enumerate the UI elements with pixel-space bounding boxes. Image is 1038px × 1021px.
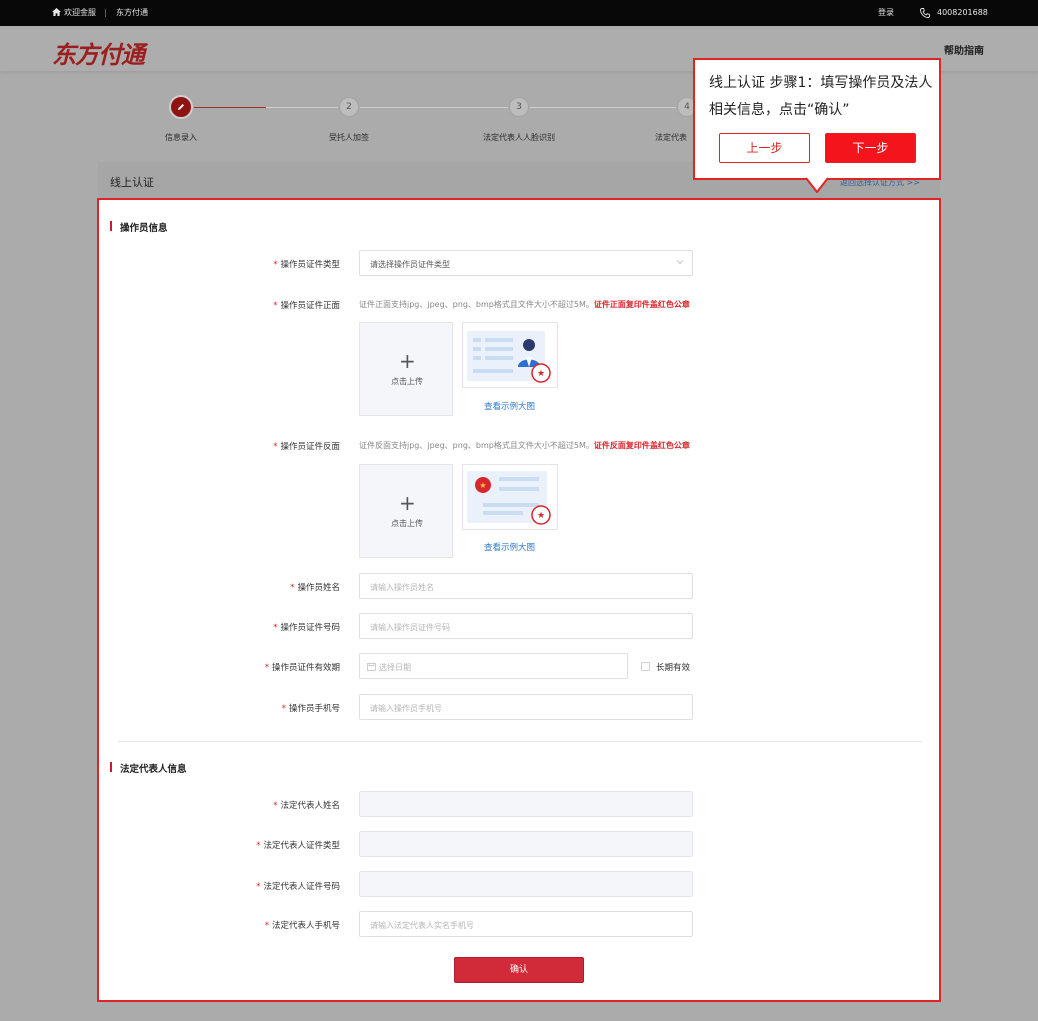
next-step-button[interactable]: 下一步	[825, 133, 916, 163]
step-connector	[266, 107, 338, 108]
operator-id-back-hint: 证件反面支持jpg、jpeg、png、bmp格式且文件大小不超过5M。证件反面复…	[359, 441, 690, 450]
login-link[interactable]: 登录	[878, 8, 894, 18]
phone-icon	[920, 8, 930, 21]
section-title: 线上认证	[110, 176, 154, 189]
operator-id-front-hint: 证件正面支持jpg、jpeg、png、bmp格式且文件大小不超过5M。证件正面复…	[359, 300, 690, 309]
upload-label: 点击上传	[391, 519, 423, 528]
operator-id-type-label: * 操作员证件类型	[273, 260, 340, 270]
long-term-checkbox[interactable]	[641, 662, 650, 671]
operator-id-type-value: 请选择操作员证件类型	[370, 260, 450, 269]
operator-id-back-label: * 操作员证件反面	[273, 442, 340, 452]
operator-name-label: * 操作员姓名	[290, 583, 340, 593]
operator-phone-input[interactable]: 请输入操作员手机号	[359, 694, 693, 720]
home-icon[interactable]	[52, 8, 61, 19]
placeholder: 选择日期	[379, 663, 411, 672]
operator-id-back-upload[interactable]: + 点击上传	[359, 464, 453, 558]
step-3-circle: 3	[509, 97, 529, 117]
step-2-circle: 2	[339, 97, 359, 117]
guide-tooltip: 线上认证 步骤1：填写操作员及法人相关信息，点击“确认” 上一步 下一步	[693, 58, 941, 180]
placeholder: 请输入法定代表人实名手机号	[370, 921, 474, 930]
legal-name-label: * 法定代表人姓名	[273, 801, 340, 811]
operator-id-type-select[interactable]: 请选择操作员证件类型	[359, 250, 693, 276]
operator-validity-label: * 操作员证件有效期	[264, 663, 340, 673]
step-1-edit-icon	[169, 95, 193, 119]
placeholder: 请输入操作员手机号	[370, 704, 442, 713]
legal-phone-label: * 法定代表人手机号	[264, 921, 340, 931]
svg-text:★: ★	[479, 481, 486, 490]
operator-id-number-input[interactable]: 请输入操作员证件号码	[359, 613, 693, 639]
svg-text:★: ★	[537, 511, 545, 521]
operator-phone-label: * 操作员手机号	[281, 704, 340, 714]
legal-id-type-label: * 法定代表人证件类型	[256, 841, 340, 851]
operator-id-front-upload[interactable]: + 点击上传	[359, 322, 453, 416]
operator-id-front-label: * 操作员证件正面	[273, 301, 340, 311]
step-3-label: 法定代表人人脸识别	[483, 133, 555, 142]
step-connector	[530, 107, 676, 108]
operator-name-input[interactable]: 请输入操作员姓名	[359, 573, 693, 599]
topbar-separator: |	[104, 8, 107, 17]
id-back-view-sample-link[interactable]: 查看示例大图	[484, 541, 535, 553]
tooltip-text: 线上认证 步骤1：填写操作员及法人相关信息，点击“确认”	[709, 75, 933, 118]
legal-name-input	[359, 791, 693, 817]
svg-text:★: ★	[537, 369, 545, 379]
step-connector	[360, 107, 508, 108]
operator-section-title: 操作员信息	[110, 220, 168, 234]
phone-number: 4008201688	[937, 8, 988, 17]
step-2-label: 受托人加签	[329, 133, 369, 142]
top-bar: 欢迎金服 | 东方付通 登录 4008201688	[0, 0, 1038, 26]
section-divider	[118, 741, 922, 742]
operator-id-number-label: * 操作员证件号码	[273, 623, 340, 633]
step-connector	[194, 107, 266, 108]
id-front-sample-image[interactable]: ★	[462, 322, 558, 388]
long-term-label: 长期有效	[656, 663, 691, 673]
calendar-icon	[367, 662, 376, 674]
chevron-down-icon	[676, 258, 684, 269]
id-back-sample-image[interactable]: ★ ★	[462, 464, 558, 530]
id-front-view-sample-link[interactable]: 查看示例大图	[484, 400, 535, 412]
placeholder: 请输入操作员证件号码	[370, 623, 450, 632]
legal-id-number-label: * 法定代表人证件号码	[256, 882, 340, 892]
form-panel: 操作员信息 * 操作员证件类型 请选择操作员证件类型 * 操作员证件正面 证件正面支…	[97, 198, 941, 1002]
brand-link[interactable]: 东方付通	[116, 8, 148, 18]
legal-id-number-input	[359, 871, 693, 897]
previous-step-button[interactable]: 上一步	[719, 133, 810, 163]
brand-logo[interactable]: 东方付通	[52, 35, 145, 70]
legal-id-type-input	[359, 831, 693, 857]
step-1-label: 信息录入	[165, 133, 197, 142]
legal-phone-input[interactable]: 请输入法定代表人实名手机号	[359, 911, 693, 937]
upload-label: 点击上传	[391, 377, 423, 386]
placeholder: 请输入操作员姓名	[370, 583, 434, 592]
confirm-button[interactable]: 确认	[454, 957, 584, 983]
tooltip-arrow	[806, 177, 828, 193]
legal-section-title: 法定代表人信息	[110, 761, 187, 775]
plus-icon: +	[399, 491, 416, 515]
plus-icon: +	[399, 349, 416, 373]
help-guide-link[interactable]: 帮助指南	[944, 42, 984, 57]
welcome-text: 欢迎金服	[64, 8, 96, 17]
operator-validity-date-picker[interactable]: 选择日期	[359, 653, 628, 679]
step-4-label: 法定代表	[655, 133, 687, 142]
